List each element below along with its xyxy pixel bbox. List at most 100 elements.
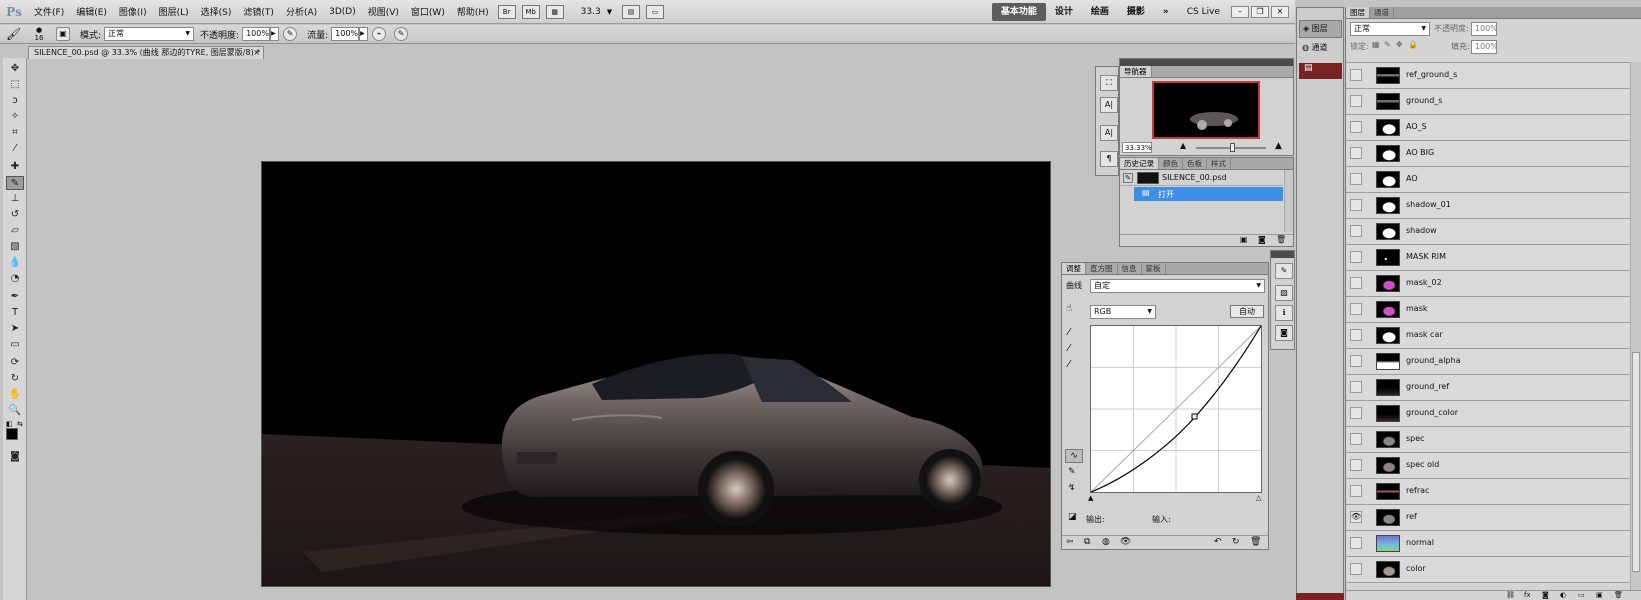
flow-input[interactable]: 100% bbox=[331, 27, 360, 41]
history-brush-source-icon[interactable]: ✎ bbox=[1123, 173, 1133, 183]
history-scrollbar[interactable] bbox=[1284, 170, 1293, 232]
layer-row[interactable]: ref_ground_s bbox=[1346, 63, 1630, 89]
navigator-icon[interactable]: ⛶ bbox=[1100, 75, 1118, 91]
channels-shortcut-button[interactable]: ◍ 通道 bbox=[1299, 40, 1342, 58]
close-icon[interactable]: × bbox=[253, 47, 260, 59]
airbrush-icon[interactable]: ⌁ bbox=[372, 27, 387, 41]
visibility-toggle[interactable] bbox=[1350, 147, 1362, 159]
white-input-slider[interactable]: △ bbox=[1256, 494, 1261, 502]
paragraph-icon[interactable]: ¶ bbox=[1100, 151, 1118, 167]
tab-adjustments[interactable]: 调整 bbox=[1062, 263, 1086, 274]
panel-grip[interactable] bbox=[1120, 59, 1293, 66]
blur-tool-icon[interactable]: 💧 bbox=[6, 256, 24, 270]
zoom-slider-thumb[interactable] bbox=[1230, 143, 1235, 152]
tab-color[interactable]: 颜色 bbox=[1159, 158, 1183, 169]
workspace-painting[interactable]: 绘画 bbox=[1082, 3, 1118, 21]
zoom-level[interactable]: 33.3 bbox=[567, 7, 607, 17]
visibility-toggle[interactable] bbox=[1350, 329, 1362, 341]
preset-select[interactable]: 自定 ▼ bbox=[1090, 279, 1265, 293]
tab-swatches[interactable]: 色板 bbox=[1183, 158, 1207, 169]
close-icon[interactable]: ✕ bbox=[1271, 5, 1289, 18]
path-selection-tool-icon[interactable]: ➤ bbox=[6, 322, 24, 336]
menu-file[interactable]: 文件(F) bbox=[28, 5, 70, 18]
tablet-pressure-opacity-icon[interactable]: ✎ bbox=[283, 27, 298, 41]
black-point-eyedropper-icon[interactable]: ⁄ bbox=[1068, 327, 1070, 338]
navigator-zoom-value[interactable]: 33.33% bbox=[1122, 142, 1152, 153]
lock-image-icon[interactable]: ✎ bbox=[1384, 40, 1391, 49]
reset-icon[interactable]: ↻ bbox=[1232, 537, 1240, 547]
tab-masks[interactable]: 蒙板 bbox=[1142, 263, 1166, 274]
menu-select[interactable]: 选择(S) bbox=[195, 5, 238, 18]
visibility-toggle[interactable] bbox=[1350, 381, 1362, 393]
crop-tool-icon[interactable]: ⌗ bbox=[6, 126, 24, 140]
visibility-toggle[interactable] bbox=[1350, 121, 1362, 133]
curves-graph[interactable] bbox=[1090, 325, 1262, 493]
screen-mode-icon[interactable]: ▭ bbox=[646, 4, 665, 19]
visibility-toggle[interactable] bbox=[1350, 173, 1362, 185]
visibility-toggle[interactable] bbox=[1350, 407, 1362, 419]
workspace-essentials[interactable]: 基本功能 bbox=[991, 2, 1046, 21]
cs-live-button[interactable]: CS Live bbox=[1178, 3, 1229, 21]
swap-colors-icon[interactable]: ⇆ bbox=[17, 420, 23, 428]
menu-filter[interactable]: 滤镜(T) bbox=[237, 5, 280, 18]
tab-styles[interactable]: 样式 bbox=[1207, 158, 1231, 169]
panel-grip[interactable] bbox=[1271, 251, 1294, 258]
layer-row[interactable]: spec bbox=[1346, 427, 1630, 453]
menu-view[interactable]: 视图(V) bbox=[362, 5, 405, 18]
layer-row[interactable]: shadow bbox=[1346, 219, 1630, 245]
layer-row[interactable]: refrac bbox=[1346, 479, 1630, 505]
dodge-tool-icon[interactable]: ◔ bbox=[6, 272, 24, 286]
menu-image[interactable]: 图像(I) bbox=[113, 5, 153, 18]
layers-scrollbar[interactable] bbox=[1630, 62, 1641, 590]
visibility-toggle[interactable] bbox=[1350, 485, 1362, 497]
3d-orbit-tool-icon[interactable]: ↻ bbox=[6, 372, 24, 386]
curve-draw-pencil-icon[interactable]: ✎ bbox=[1068, 467, 1076, 477]
eraser-tool-icon[interactable]: ▱ bbox=[6, 224, 24, 238]
channel-select[interactable]: RGB ▼ bbox=[1090, 305, 1156, 319]
expanded-view-icon[interactable]: ⧉ bbox=[1084, 537, 1090, 547]
new-group-icon[interactable]: ▭ bbox=[1578, 591, 1585, 599]
character-icon[interactable]: A| bbox=[1100, 97, 1118, 113]
default-colors-icon[interactable]: ◧ bbox=[6, 420, 13, 428]
tab-histogram[interactable]: 直方图 bbox=[1086, 263, 1118, 274]
visibility-toggle[interactable] bbox=[1350, 563, 1362, 575]
workspace-photography[interactable]: 摄影 bbox=[1118, 3, 1154, 21]
marquee-tool-icon[interactable]: ⬚ bbox=[6, 78, 24, 92]
history-state-row-selected[interactable]: ▤ 打开 bbox=[1134, 187, 1283, 201]
history-brush-tool-icon[interactable]: ↺ bbox=[6, 208, 24, 222]
lock-all-icon[interactable]: 🔒 bbox=[1408, 40, 1418, 49]
lock-position-icon[interactable]: ✥ bbox=[1396, 40, 1403, 49]
tablet-pressure-size-icon[interactable]: ✎ bbox=[394, 27, 409, 41]
visibility-toggle[interactable] bbox=[1350, 277, 1362, 289]
tab-layers[interactable]: 图层 bbox=[1346, 7, 1370, 18]
delete-icon[interactable]: 🗑 bbox=[1250, 537, 1261, 547]
layer-style-icon[interactable]: fx bbox=[1524, 591, 1531, 599]
gradient-tool-icon[interactable]: ▧ bbox=[6, 240, 24, 254]
eye-icon[interactable]: 👁 bbox=[1350, 511, 1362, 523]
curve-edit-points-icon[interactable]: ∿ bbox=[1065, 449, 1083, 463]
tab-navigator[interactable]: 导航器 bbox=[1120, 66, 1152, 77]
clone-source-icon[interactable]: ◙ bbox=[1275, 325, 1293, 341]
layer-opacity-input[interactable]: 100% bbox=[1471, 22, 1497, 36]
layer-row[interactable]: ground_s bbox=[1346, 89, 1630, 115]
type-tool-icon[interactable]: T bbox=[6, 306, 24, 320]
clone-stamp-tool-icon[interactable]: ⊥ bbox=[6, 192, 24, 206]
new-layer-icon[interactable]: ▣ bbox=[1596, 591, 1603, 599]
chevron-down-icon[interactable]: ▼ bbox=[607, 8, 612, 16]
layer-row[interactable]: ground_color bbox=[1346, 401, 1630, 427]
layer-row[interactable]: AO_S bbox=[1346, 115, 1630, 141]
minimize-icon[interactable]: – bbox=[1231, 5, 1249, 18]
visibility-toggle[interactable] bbox=[1350, 459, 1362, 471]
brush-panel-icon[interactable]: ▣ bbox=[56, 27, 70, 41]
menu-help[interactable]: 帮助(H) bbox=[451, 5, 495, 18]
curve-smooth-icon[interactable]: ↯ bbox=[1068, 483, 1076, 493]
bridge-icon[interactable]: Br bbox=[497, 4, 516, 19]
restore-icon[interactable]: ❐ bbox=[1251, 5, 1269, 18]
menu-layer[interactable]: 图层(L) bbox=[153, 5, 195, 18]
layer-row[interactable]: ground_ref bbox=[1346, 375, 1630, 401]
brush-presets-icon[interactable]: ✎ bbox=[1275, 263, 1293, 279]
layer-row[interactable]: 👁 ref bbox=[1346, 505, 1630, 531]
layer-row[interactable]: mask_02 bbox=[1346, 271, 1630, 297]
visibility-toggle[interactable] bbox=[1350, 95, 1362, 107]
layer-row[interactable]: color bbox=[1346, 557, 1630, 583]
